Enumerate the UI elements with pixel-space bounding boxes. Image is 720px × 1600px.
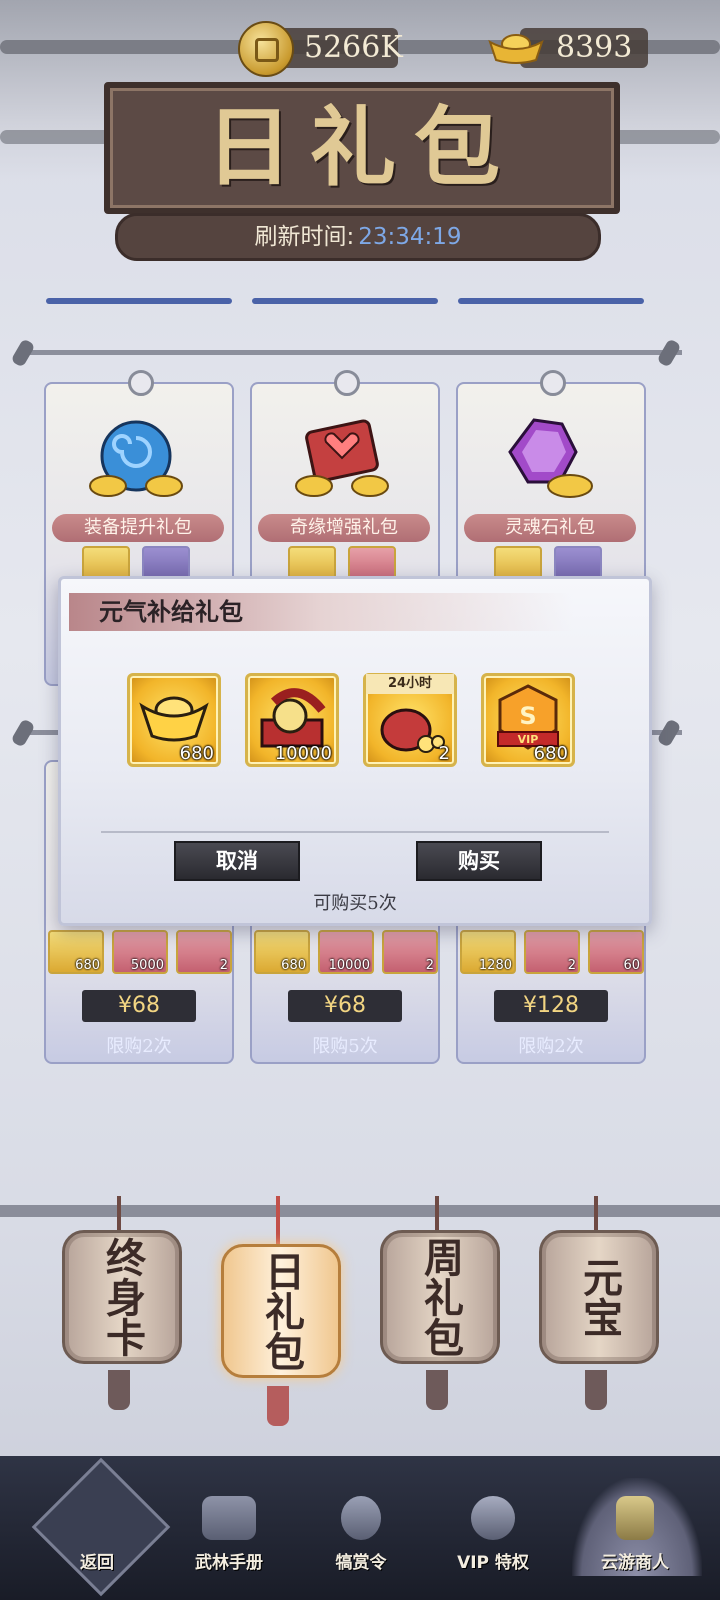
scroll-icon [202, 1496, 256, 1540]
price-button[interactable]: ¥128 [494, 990, 608, 1022]
gold-ingot-icon: 680 [48, 930, 104, 974]
tab-label: 日礼包 [258, 1251, 305, 1371]
treasure-ring-icon: 10000 [318, 930, 374, 974]
card-strip [46, 298, 232, 304]
nav-martial-handbook[interactable]: 武林手册 [174, 1496, 284, 1586]
nav-vip-privilege[interactable]: VIP 特权 [438, 1496, 548, 1586]
tab-label: 终身卡 [99, 1237, 146, 1357]
lantern-string [435, 1196, 439, 1232]
reward-count: 2 [438, 743, 450, 764]
nav-label: 返回 [80, 1553, 114, 1573]
dialog-header: 元气补给礼包 [69, 593, 629, 631]
back-button[interactable]: 返回 [42, 1496, 152, 1586]
tassel [426, 1370, 448, 1410]
item-row: 680 5000 2 [48, 930, 232, 974]
refresh-label: 刷新时间: [254, 224, 355, 250]
tassel [267, 1386, 289, 1426]
purchase-limit: 限购5次 [312, 1036, 378, 1057]
card-name: 装备提升礼包 [52, 514, 224, 542]
lantern-string [117, 1196, 121, 1232]
card-hook [128, 370, 154, 396]
item-count: 2 [425, 958, 434, 973]
purple-gem-icon [508, 418, 593, 498]
refresh-time: 23:34:19 [358, 224, 462, 250]
dialog-title: 元气补给礼包 [99, 597, 243, 626]
item-count: 2 [219, 958, 228, 973]
coin-amount: 5266K [304, 30, 403, 65]
item-count: 680 [281, 958, 306, 973]
purchase-limit: 限购2次 [518, 1036, 584, 1057]
treasure-ring-icon[interactable]: 10000 [245, 673, 339, 767]
nav-label: 云游商人 [601, 1553, 669, 1573]
lucky-bag-icon: 2 [382, 930, 438, 974]
hanging-rail [18, 350, 682, 355]
item-count: 5000 [130, 958, 164, 973]
nav-label: VIP 特权 [457, 1553, 529, 1573]
tassel [585, 1370, 607, 1410]
tab-label: 周礼包 [417, 1237, 464, 1357]
dragon-token-icon [341, 1496, 381, 1540]
gold-ingot-icon: 1280 [460, 930, 516, 974]
purchase-limit: 限购2次 [106, 1036, 172, 1057]
card-strip [458, 298, 644, 304]
tab-lifetime-card[interactable]: 终身卡 [62, 1230, 182, 1364]
gift-pack-dialog: 元气补给礼包 680 10000 24小时 2 S VIP 680 取消 购买 … [58, 576, 652, 926]
lantern-rail [0, 1205, 720, 1217]
card-hook [540, 370, 566, 396]
nav-label: 武林手册 [195, 1553, 263, 1573]
gold-ingot-icon[interactable]: 680 [127, 673, 221, 767]
coin-icon [238, 21, 294, 77]
svg-text:S: S [519, 702, 536, 730]
item-row: 680 10000 2 [254, 930, 438, 974]
blue-cloud-icon [89, 420, 183, 497]
nav-reward-order[interactable]: 犒赏令 [306, 1496, 416, 1586]
gold-ingot-icon: 680 [254, 930, 310, 974]
tab-label: 元宝 [576, 1257, 623, 1337]
item-count: 2 [567, 958, 576, 973]
lucky-bag-icon[interactable]: 24小时 2 [363, 673, 457, 767]
item-count: 10000 [328, 958, 370, 973]
cancel-button[interactable]: 取消 [174, 841, 300, 881]
red-feather-icon: 60 [588, 930, 644, 974]
ingot-amount: 8393 [556, 30, 633, 65]
card-strip [252, 298, 438, 304]
card-hook [334, 370, 360, 396]
card-name: 灵魂石礼包 [464, 514, 636, 542]
gold-ingot-icon [488, 34, 544, 64]
reward-count: 680 [533, 743, 568, 764]
item-count: 680 [75, 958, 100, 973]
buy-button[interactable]: 购买 [416, 841, 542, 881]
purchase-limit-note: 可购买5次 [313, 893, 397, 914]
red-pouch-icon [295, 419, 389, 497]
refresh-timer: 刷新时间: 23:34:19 [115, 213, 601, 261]
duration-tag: 24小时 [366, 674, 454, 694]
vip-crest-icon [471, 1496, 515, 1540]
price-button[interactable]: ¥68 [288, 990, 402, 1022]
item-count: 1280 [478, 958, 512, 973]
item-row: 1280 2 60 [460, 930, 644, 974]
tassel [108, 1370, 130, 1410]
tab-daily-pack[interactable]: 日礼包 [221, 1244, 341, 1378]
card-name: 奇缘增强礼包 [258, 514, 430, 542]
lantern-string [276, 1196, 280, 1246]
lantern-string [594, 1196, 598, 1232]
reward-count: 10000 [274, 743, 332, 764]
treasure-chest-icon: 2 [524, 930, 580, 974]
tab-ingot[interactable]: 元宝 [539, 1230, 659, 1364]
reward-count: 680 [179, 743, 214, 764]
merchant-scroll-icon [616, 1496, 654, 1540]
vip-badge-icon[interactable]: S VIP 680 [481, 673, 575, 767]
nav-traveling-merchant[interactable]: 云游商人 [580, 1496, 690, 1586]
nav-label: 犒赏令 [335, 1553, 387, 1573]
treasure-chest-icon: 2 [176, 930, 232, 974]
treasure-ring-icon: 5000 [112, 930, 168, 974]
back-icon [70, 1496, 124, 1540]
page-title-board: 日礼包 [104, 82, 620, 214]
price-button[interactable]: ¥68 [82, 990, 196, 1022]
page-title: 日礼包 [206, 97, 518, 198]
item-count: 60 [623, 958, 640, 973]
divider [101, 831, 609, 833]
tab-weekly-pack[interactable]: 周礼包 [380, 1230, 500, 1364]
